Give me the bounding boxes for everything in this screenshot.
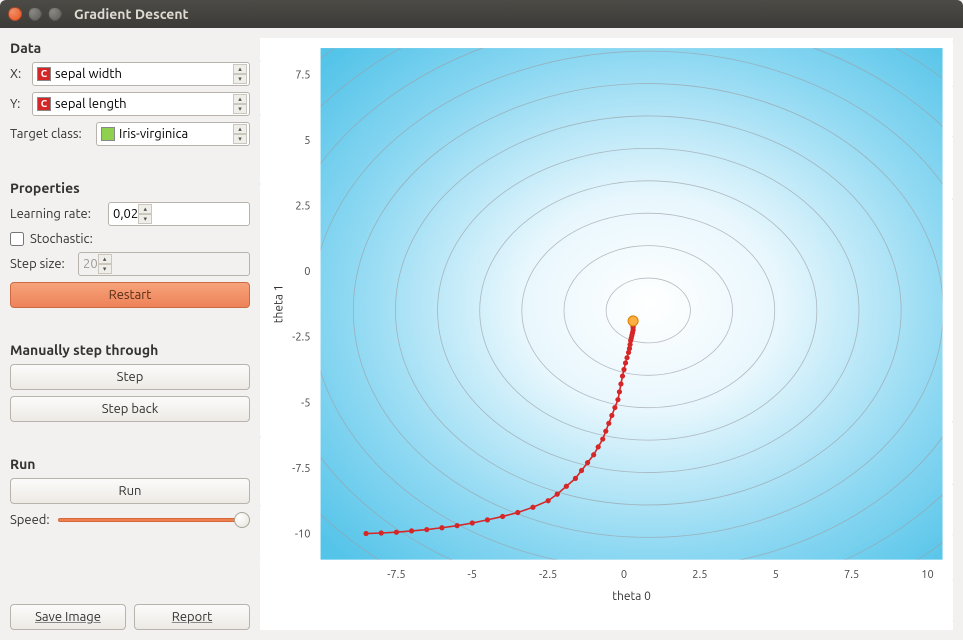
svg-text:-7.5: -7.5 [292,463,310,475]
svg-text:5: 5 [773,569,779,581]
chevron-up-icon[interactable]: ▴ [233,124,247,134]
svg-text:-10: -10 [295,529,311,541]
step-button[interactable]: Step [10,364,250,390]
plot-area[interactable]: -7.5 -5 -2.5 0 2.5 5 7.5 10 -10 -7.5 -5 -2.5 0 2.5 5 7.… [260,38,953,630]
stochastic-label: Stochastic: [30,232,93,246]
manual-section-title: Manually step through [10,342,250,358]
chevron-up-icon: ▴ [98,254,112,264]
chevron-down-icon[interactable]: ▾ [233,104,247,114]
speed-label: Speed: [10,513,50,527]
chevron-up-icon[interactable]: ▴ [233,94,247,104]
svg-text:10: 10 [921,569,933,581]
maximize-icon[interactable] [48,7,62,21]
chart-svg: -7.5 -5 -2.5 0 2.5 5 7.5 10 -10 -7.5 -5 -2.5 0 2.5 5 7.… [260,38,953,630]
target-combo[interactable]: Iris-virginica ▴ ▾ [96,122,250,146]
svg-text:0: 0 [621,569,627,581]
svg-text:theta 1: theta 1 [271,285,285,324]
report-button[interactable]: Report [134,604,250,630]
target-label: Target class: [10,127,90,141]
class-color-icon [101,127,115,141]
chevron-down-icon[interactable]: ▾ [138,214,152,224]
slider-thumb[interactable] [234,512,250,528]
lr-value: 0,02 [113,207,138,221]
step-back-button[interactable]: Step back [10,396,250,422]
chevron-up-icon[interactable]: ▴ [233,64,247,74]
step-size-label: Step size: [10,257,72,271]
continuous-icon: C [37,67,51,81]
svg-text:5: 5 [304,135,310,147]
svg-text:2.5: 2.5 [295,201,310,213]
properties-section-title: Properties [10,180,250,196]
svg-text:theta 0: theta 0 [612,589,651,603]
y-value: sepal length [55,97,127,111]
speed-slider[interactable] [58,510,250,530]
chevron-up-icon[interactable]: ▴ [138,204,152,214]
svg-text:-5: -5 [468,569,477,581]
data-section-title: Data [10,40,250,56]
continuous-icon: C [37,97,51,111]
sidebar: Data X: C sepal width ▴ ▾ Y: C sepal len… [0,28,260,640]
run-button[interactable]: Run [10,478,250,504]
step-size-input: 20 ▴ ▾ [78,252,250,276]
svg-text:-2.5: -2.5 [292,332,310,344]
svg-text:7.5: 7.5 [844,569,859,581]
restart-button[interactable]: Restart [10,282,250,308]
window-buttons [8,7,62,21]
minimize-icon[interactable] [28,7,42,21]
svg-text:-5: -5 [301,397,310,409]
save-image-button[interactable]: Save Image [10,604,126,630]
chevron-down-icon[interactable]: ▾ [233,74,247,84]
svg-text:-7.5: -7.5 [387,569,405,581]
svg-text:7.5: 7.5 [295,69,310,81]
y-combo[interactable]: C sepal length ▴ ▾ [32,92,250,116]
y-label: Y: [10,97,26,111]
slider-track [58,518,250,522]
target-value: Iris-virginica [119,127,188,141]
chevron-down-icon[interactable]: ▾ [233,134,247,144]
svg-text:0: 0 [304,266,310,278]
x-label: X: [10,67,26,81]
stochastic-checkbox[interactable] [10,232,24,246]
window-title: Gradient Descent [74,6,189,22]
x-combo[interactable]: C sepal width ▴ ▾ [32,62,250,86]
run-section-title: Run [10,456,250,472]
step-size-value: 20 [83,257,98,271]
lr-label: Learning rate: [10,207,102,221]
titlebar: Gradient Descent [0,0,963,28]
svg-text:2.5: 2.5 [692,569,707,581]
learning-rate-input[interactable]: 0,02 ▴ ▾ [108,202,250,226]
chevron-down-icon: ▾ [98,264,112,274]
x-value: sepal width [55,67,122,81]
close-icon[interactable] [8,7,22,21]
svg-text:-2.5: -2.5 [539,569,557,581]
